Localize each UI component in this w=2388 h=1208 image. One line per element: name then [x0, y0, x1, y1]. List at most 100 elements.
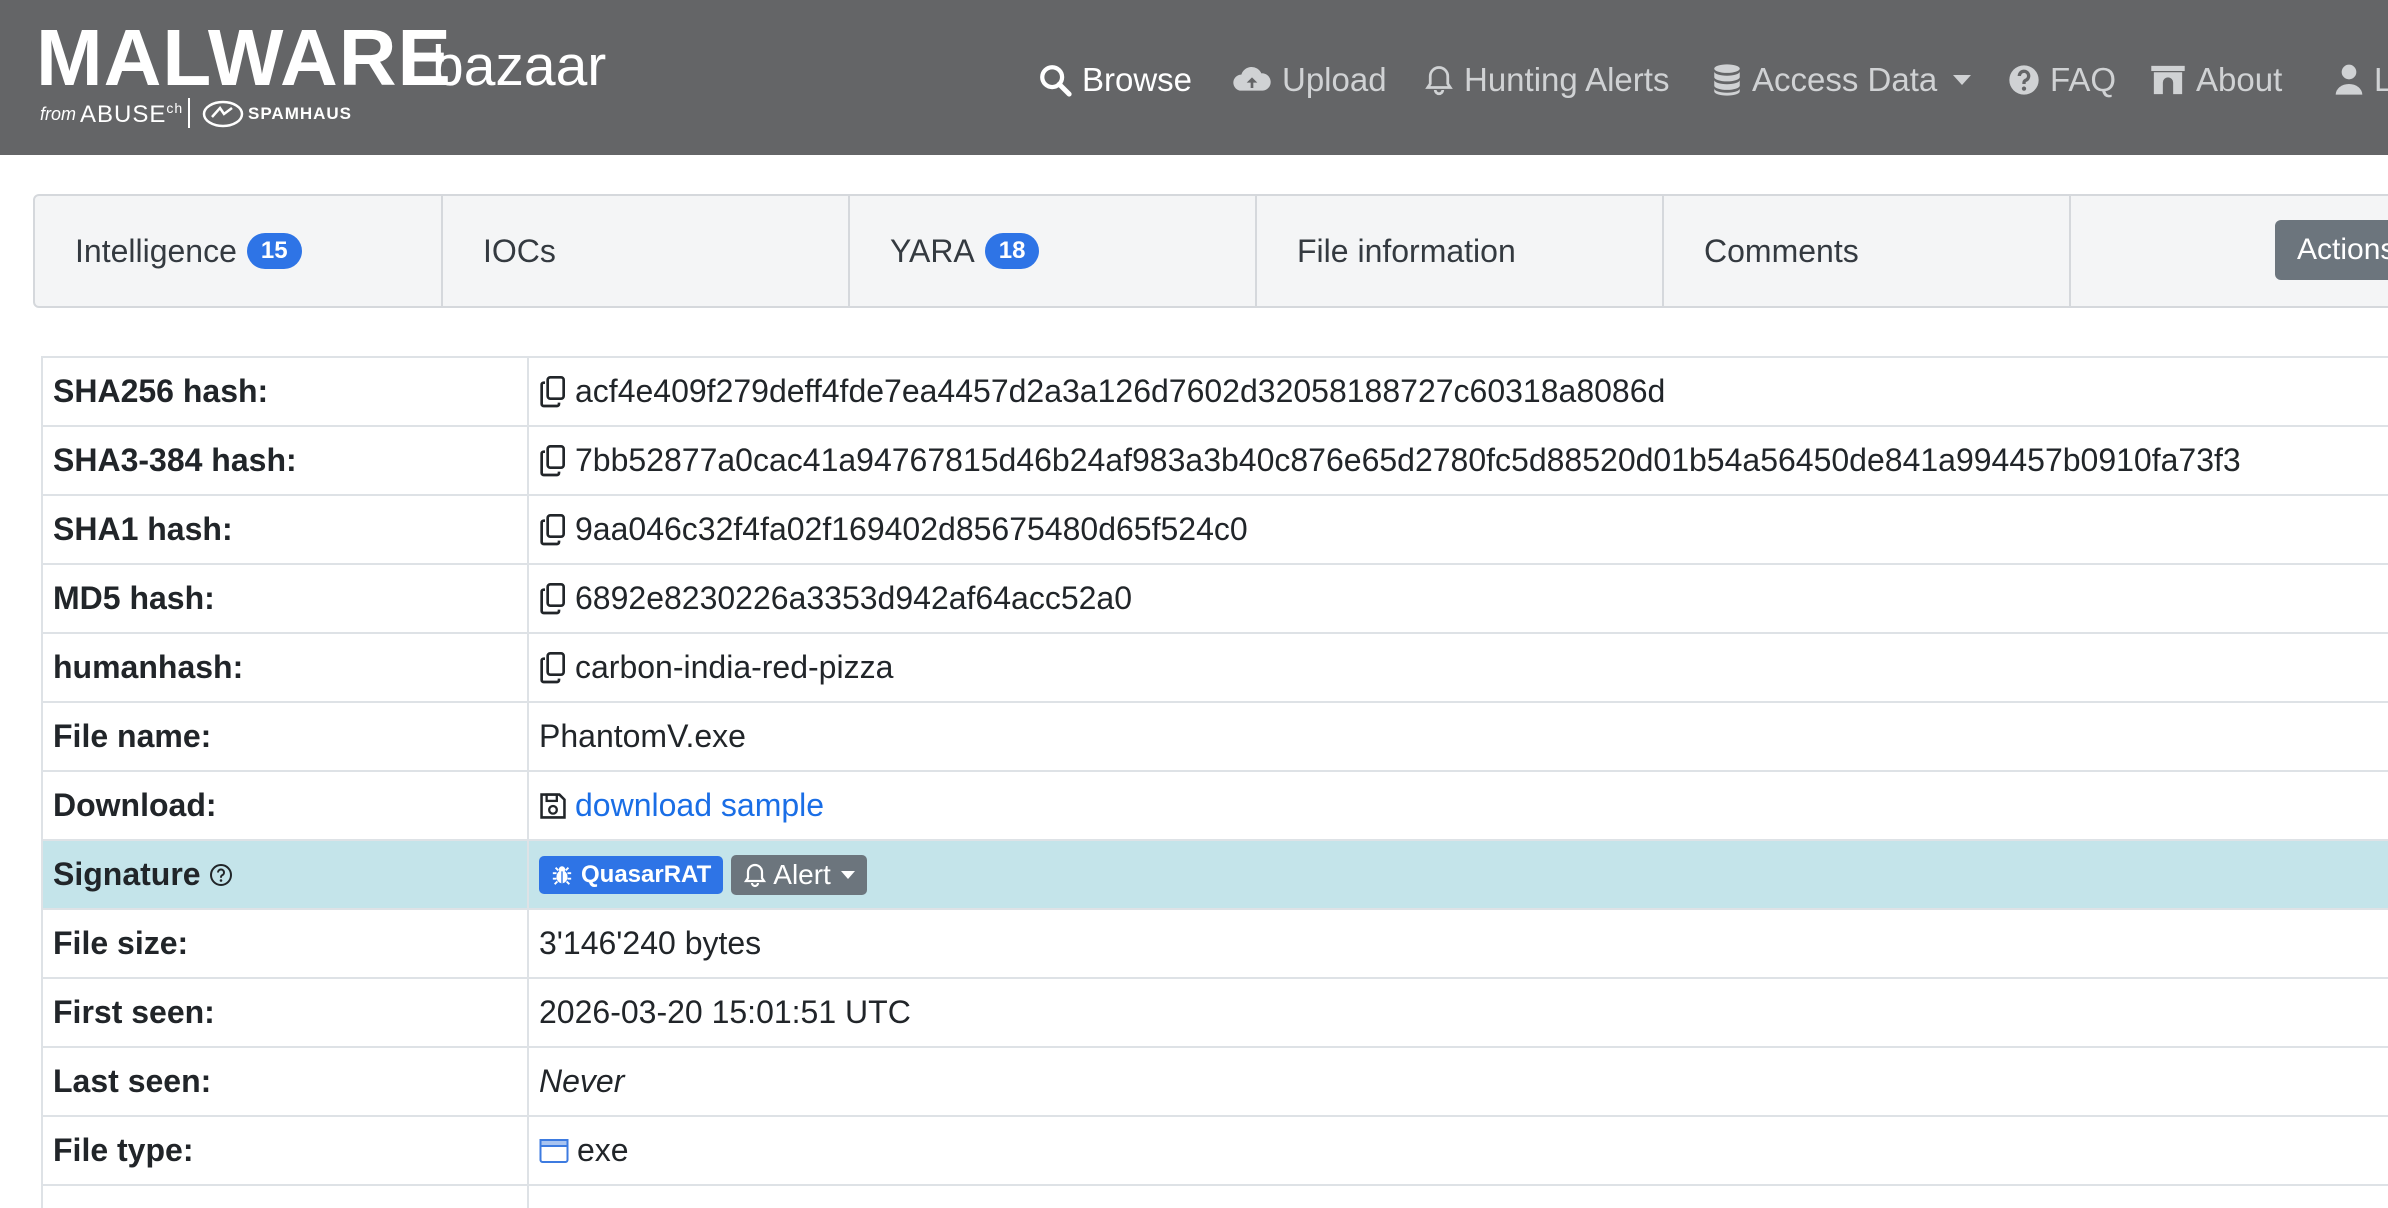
nav-hunting-label: Hunting Alerts [1464, 61, 1670, 98]
nav-browse-label: Browse [1082, 61, 1193, 98]
md5-value: 6892e8230226a3353d942af64acc52a0 [575, 580, 1132, 616]
lastseen-label: Last seen: [41, 1048, 529, 1115]
table-row: First seen: 2026-03-20 15:01:51 UTC [41, 979, 2388, 1048]
table-row: Last seen: Never [41, 1048, 2388, 1117]
table-row [41, 1186, 2388, 1208]
nav-hunting-alerts[interactable]: Hunting Alerts [1424, 56, 1669, 104]
floppy-disk-icon [540, 792, 566, 819]
brand-abuse-sup: ch [166, 100, 184, 116]
nav-upload[interactable]: Upload [1232, 56, 1387, 104]
nav-faq-label: FAQ [2050, 61, 2117, 98]
signature-badge[interactable]: QuasarRAT [539, 855, 724, 894]
table-row: SHA256 hash: acf4e409f279deff4fde7ea4457… [41, 358, 2388, 427]
copy-icon[interactable] [539, 582, 567, 615]
nav-login-label: Login [2374, 61, 2388, 98]
chevron-down-icon [1953, 75, 1972, 85]
filename-value: PhantomV.exe [539, 718, 746, 754]
bell-icon [1425, 66, 1453, 96]
actions-button[interactable]: Actions [2275, 220, 2388, 280]
empty-label [41, 1186, 529, 1208]
filename-label: File name: [41, 703, 529, 770]
nav-login[interactable]: Login [2334, 56, 2388, 104]
brand-spamhaus: SPAMHAUS [248, 104, 353, 123]
filesize-label: File size: [41, 910, 529, 977]
firstseen-label: First seen: [41, 979, 529, 1046]
firstseen-value-cell: 2026-03-20 15:01:51 UTC [529, 979, 2388, 1046]
nav-access-label: Access Data [1752, 61, 1938, 98]
copy-icon[interactable] [539, 444, 567, 477]
table-row: SHA3-384 hash: 7bb52877a0cac41a94767815d… [41, 427, 2388, 496]
tab-intelligence[interactable]: Intelligence 15 [35, 196, 443, 306]
brand-logo[interactable]: MALWARE bazaar from ABUSEch SPAMHAUS [36, 13, 606, 138]
filetype-value: exe [577, 1132, 629, 1168]
download-label: Download: [41, 772, 529, 839]
table-row-signature: Signature QuasarRAT Alert [41, 841, 2388, 910]
filesize-value-cell: 3'146'240 bytes [529, 910, 2388, 977]
brand-abuse: ABUSEch [80, 100, 183, 129]
tab-iocs-label: IOCs [483, 232, 556, 269]
lastseen-value-cell: Never [529, 1048, 2388, 1115]
lastseen-value: Never [539, 1063, 625, 1099]
copy-icon[interactable] [539, 651, 567, 684]
tab-comments[interactable]: Comments [1664, 196, 2071, 306]
search-icon [1040, 65, 1072, 97]
tab-intelligence-label: Intelligence [75, 232, 237, 269]
sha256-value-cell: acf4e409f279deff4fde7ea4457d2a3a126d7602… [529, 358, 2388, 425]
firstseen-value: 2026-03-20 15:01:51 UTC [539, 994, 911, 1030]
navbar: MALWARE bazaar from ABUSEch SPAMHAUS Bro… [0, 0, 2388, 155]
copy-icon[interactable] [539, 513, 567, 546]
table-row: SHA1 hash: 9aa046c32f4fa02f169402d856754… [41, 496, 2388, 565]
filesize-value: 3'146'240 bytes [539, 925, 762, 961]
filetype-label: File type: [41, 1117, 529, 1184]
brand-name: MALWARE [36, 13, 452, 102]
table-row: MD5 hash: 6892e8230226a3353d942af64acc52… [41, 565, 2388, 634]
tab-yara[interactable]: YARA 18 [850, 196, 1257, 306]
bug-icon [552, 865, 572, 885]
intelligence-count-badge: 15 [246, 233, 302, 269]
download-value-cell: download sample [529, 772, 2388, 839]
copy-icon[interactable] [539, 375, 567, 408]
brand-abuse-text: ABUSE [80, 101, 167, 128]
nav-browse[interactable]: Browse [1038, 56, 1192, 104]
nav-about-label: About [2196, 61, 2283, 98]
filename-value-cell: PhantomV.exe [529, 703, 2388, 770]
tab-file-information-label: File information [1297, 232, 1516, 269]
user-icon [2335, 64, 2363, 95]
question-circle-icon [2009, 65, 2039, 95]
brand-separator [188, 98, 190, 128]
brand-from: from [40, 104, 76, 124]
signature-value-cell: QuasarRAT Alert [529, 841, 2388, 908]
archway-icon [2151, 65, 2185, 95]
brand-sub: bazaar [432, 34, 607, 98]
nav-access-data[interactable]: Access Data [1712, 56, 1972, 104]
yara-count-badge: 18 [984, 233, 1040, 269]
sha3-value: 7bb52877a0cac41a94767815d46b24af983a3b40… [575, 442, 2241, 478]
nav-about[interactable]: About [2150, 56, 2282, 104]
table-row: Download: download sample [41, 772, 2388, 841]
signature-label-cell: Signature [41, 841, 529, 908]
tab-comments-label: Comments [1704, 232, 1859, 269]
sha3-label: SHA3-384 hash: [41, 427, 529, 494]
empty-value-cell [529, 1186, 2388, 1208]
tab-iocs[interactable]: IOCs [443, 196, 850, 306]
spamhaus-logo-icon [202, 100, 244, 128]
tab-file-information[interactable]: File information [1257, 196, 1664, 306]
nav-faq[interactable]: FAQ [2008, 56, 2116, 104]
alert-dropdown-button[interactable]: Alert [731, 854, 867, 895]
table-row: File size: 3'146'240 bytes [41, 910, 2388, 979]
sample-details-table: SHA256 hash: acf4e409f279deff4fde7ea4457… [41, 356, 2388, 1208]
md5-value-cell: 6892e8230226a3353d942af64acc52a0 [529, 565, 2388, 632]
cloud-upload-icon [1233, 66, 1271, 91]
bell-icon [744, 863, 767, 887]
table-row: File type: exe [41, 1117, 2388, 1186]
chevron-down-icon [840, 870, 855, 879]
signature-label: Signature [53, 856, 201, 892]
download-sample-link[interactable]: download sample [575, 787, 824, 824]
sha3-value-cell: 7bb52877a0cac41a94767815d46b24af983a3b40… [529, 427, 2388, 494]
sha1-value: 9aa046c32f4fa02f169402d85675480d65f524c0 [575, 511, 1248, 547]
table-row: File name: PhantomV.exe [41, 703, 2388, 772]
md5-label: MD5 hash: [41, 565, 529, 632]
question-circle-icon[interactable] [209, 863, 233, 887]
nav-upload-label: Upload [1282, 61, 1387, 98]
alert-label: Alert [773, 858, 831, 890]
